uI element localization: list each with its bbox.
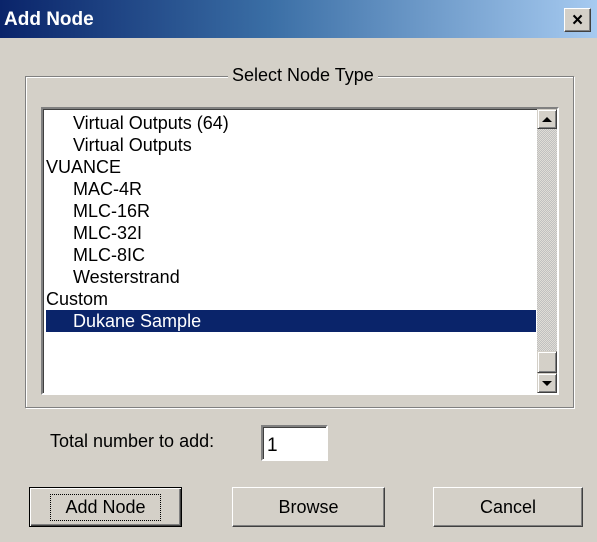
vertical-scrollbar[interactable] — [537, 109, 557, 393]
add-node-button[interactable]: Add Node — [29, 487, 182, 527]
cancel-button[interactable]: Cancel — [433, 487, 583, 527]
list-item[interactable]: MLC-32I — [46, 222, 536, 244]
close-icon: × — [571, 9, 584, 31]
scroll-thumb[interactable] — [537, 351, 557, 373]
list-item[interactable]: Custom — [46, 288, 536, 310]
list-item[interactable]: Virtual Outputs — [46, 134, 536, 156]
cancel-button-label: Cancel — [479, 496, 537, 517]
list-item[interactable]: Virtual Outputs (64) — [46, 112, 536, 134]
list-item[interactable]: MAC-4R — [46, 178, 536, 200]
groupbox-legend: Select Node Type — [228, 64, 378, 86]
add-node-button-label: Add Node — [50, 493, 161, 521]
arrow-down-icon — [542, 380, 552, 386]
scroll-down-button[interactable] — [537, 373, 557, 393]
total-number-input[interactable] — [261, 425, 328, 461]
list-item[interactable]: VUANCE — [46, 156, 536, 178]
list-item[interactable]: Westerstrand — [46, 266, 536, 288]
browse-button-label: Browse — [278, 496, 339, 517]
node-type-listbox[interactable]: Virtual Outputs (64) Virtual Outputs VUANC… — [41, 107, 559, 395]
node-type-list: Virtual Outputs (64) Virtual Outputs VUANC… — [46, 112, 536, 332]
list-item[interactable]: MLC-8IC — [46, 244, 536, 266]
arrow-up-icon — [542, 116, 552, 122]
total-number-label: Total number to add: — [50, 431, 215, 451]
dialog-title: Add Node — [4, 9, 94, 30]
list-item[interactable]: MLC-16R — [46, 200, 536, 222]
add-node-dialog: Add Node × Select Node Type Virtual Outp… — [0, 0, 597, 542]
close-button[interactable]: × — [564, 8, 591, 32]
list-item[interactable]: Dukane Sample — [46, 310, 536, 332]
title-bar[interactable]: Add Node × — [0, 0, 597, 38]
browse-button[interactable]: Browse — [232, 487, 385, 527]
scroll-up-button[interactable] — [537, 109, 557, 129]
